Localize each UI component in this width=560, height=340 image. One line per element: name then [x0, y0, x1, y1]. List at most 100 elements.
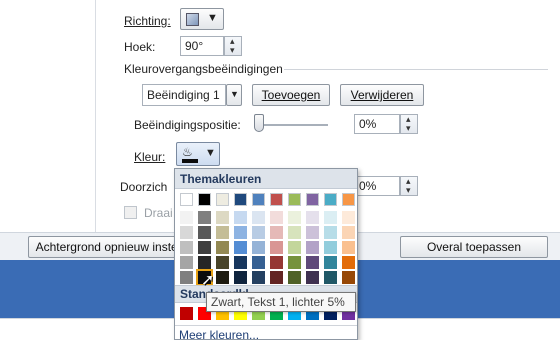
theme-shade-swatch[interactable] [180, 241, 193, 254]
transparency-input[interactable]: 0% [354, 176, 400, 196]
theme-color-swatch[interactable] [324, 193, 337, 206]
theme-shade-swatch[interactable] [324, 271, 337, 284]
add-stop-button[interactable]: Toevoegen [252, 84, 330, 106]
add-stop-label: Toevoegen [261, 88, 321, 102]
gradient-direction-icon [186, 13, 199, 26]
theme-shade-swatch[interactable] [306, 241, 319, 254]
stop-position-track [258, 124, 328, 126]
theme-shade-swatch[interactable] [306, 256, 319, 269]
theme-shade-swatch[interactable] [270, 241, 283, 254]
theme-shade-swatch[interactable] [270, 256, 283, 269]
section-divider [284, 69, 548, 70]
theme-color-swatch[interactable] [252, 193, 265, 206]
theme-shade-swatch[interactable] [234, 241, 247, 254]
remove-stop-button[interactable]: Verwijderen [340, 84, 424, 106]
color-tooltip: Zwart, Tekst 1, lichter 5% [206, 292, 356, 312]
stop-position-input[interactable]: 0% [354, 114, 400, 134]
theme-shade-swatch[interactable] [198, 226, 211, 239]
theme-color-swatch[interactable] [216, 193, 229, 206]
theme-shade-swatch[interactable] [288, 226, 301, 239]
more-colors-item[interactable]: Meer kleuren... [179, 328, 259, 340]
theme-color-swatch[interactable] [198, 193, 211, 206]
theme-color-swatch[interactable] [234, 193, 247, 206]
theme-shade-swatch[interactable] [324, 226, 337, 239]
theme-shade-swatch[interactable] [180, 271, 193, 284]
theme-shade-swatch[interactable] [270, 211, 283, 224]
mouse-pointer-icon: ➚ [201, 272, 215, 289]
theme-shade-swatch[interactable] [198, 241, 211, 254]
theme-shade-swatch[interactable] [252, 211, 265, 224]
reset-background-button[interactable]: Achtergrond opnieuw instel [28, 236, 188, 258]
theme-shade-swatch[interactable] [216, 226, 229, 239]
theme-color-swatch[interactable] [288, 193, 301, 206]
theme-shade-swatch[interactable] [216, 241, 229, 254]
direction-label: Richting: [124, 14, 171, 28]
theme-shade-swatch[interactable] [198, 211, 211, 224]
theme-shade-swatch[interactable] [324, 211, 337, 224]
theme-shade-swatch[interactable] [180, 226, 193, 239]
angle-spinner[interactable] [224, 36, 242, 56]
theme-shade-swatch[interactable] [342, 241, 355, 254]
theme-shade-swatch[interactable] [270, 226, 283, 239]
theme-shade-swatch[interactable] [252, 241, 265, 254]
transparency-spinner[interactable] [400, 176, 418, 196]
left-pane [0, 0, 96, 232]
theme-color-swatch[interactable] [180, 193, 193, 206]
gradient-stop-select[interactable]: Beëindiging 1 [142, 84, 226, 106]
color-picker-popup: Themakleuren Standaardkl Meer kleuren... [174, 168, 358, 340]
paint-bucket-icon: ♨ [182, 145, 193, 159]
angle-label: Hoek: [124, 40, 156, 54]
theme-shade-swatch[interactable] [180, 211, 193, 224]
apply-to-all-label: Overal toepassen [426, 240, 522, 254]
theme-shade-swatch[interactable] [288, 256, 301, 269]
theme-shade-swatch[interactable] [180, 256, 193, 269]
theme-shade-swatch[interactable] [234, 211, 247, 224]
stop-position-slider[interactable] [254, 114, 264, 132]
theme-shade-swatch[interactable] [234, 271, 247, 284]
theme-color-swatch[interactable] [342, 193, 355, 206]
theme-shade-swatch[interactable] [288, 211, 301, 224]
direction-dropdown[interactable]: ▼ [180, 8, 224, 30]
theme-color-swatch[interactable] [306, 193, 319, 206]
theme-shade-swatch[interactable] [252, 271, 265, 284]
theme-shade-swatch[interactable] [342, 271, 355, 284]
theme-colors-header: Themakleuren [175, 169, 357, 189]
standard-color-swatch[interactable] [180, 307, 193, 320]
theme-shade-swatch[interactable] [288, 241, 301, 254]
theme-shade-swatch[interactable] [216, 256, 229, 269]
theme-shade-swatch[interactable] [324, 256, 337, 269]
rotate-with-shape-label: Draai [144, 206, 173, 220]
gradient-stops-title: Kleurovergangsbeëindigingen [124, 62, 283, 76]
chevron-down-icon: ▼ [230, 89, 239, 99]
theme-shade-swatch[interactable] [270, 271, 283, 284]
chevron-down-icon: ▼ [205, 147, 216, 159]
theme-shade-swatch[interactable] [288, 271, 301, 284]
theme-shade-swatch[interactable] [342, 211, 355, 224]
current-color-swatch [182, 159, 198, 163]
theme-shade-swatch[interactable] [306, 226, 319, 239]
theme-shade-swatch[interactable] [306, 211, 319, 224]
theme-shade-swatch[interactable] [234, 256, 247, 269]
rotate-with-shape-checkbox[interactable] [124, 206, 137, 219]
chevron-down-icon: ▼ [207, 12, 218, 24]
color-label: Kleur: [134, 150, 166, 164]
theme-shade-swatch[interactable] [234, 226, 247, 239]
stop-position-spinner[interactable] [400, 114, 418, 134]
apply-to-all-button[interactable]: Overal toepassen [400, 236, 548, 258]
theme-shade-swatch[interactable] [342, 226, 355, 239]
remove-stop-label: Verwijderen [350, 88, 414, 102]
theme-shade-swatch[interactable] [216, 211, 229, 224]
theme-shade-swatch[interactable] [252, 256, 265, 269]
theme-shade-swatch[interactable] [342, 256, 355, 269]
theme-shade-swatch[interactable] [216, 271, 229, 284]
gradient-stop-dropdown-button[interactable]: ▼ [226, 84, 242, 106]
fill-color-button[interactable]: ♨ ▼ [176, 142, 220, 166]
theme-shade-swatch[interactable] [324, 241, 337, 254]
theme-shade-swatch[interactable] [252, 226, 265, 239]
menu-divider [175, 325, 357, 326]
stop-position-label: Beëindigingspositie: [134, 118, 241, 132]
angle-input[interactable]: 90° [180, 36, 224, 56]
theme-color-swatch[interactable] [270, 193, 283, 206]
theme-shade-swatch[interactable] [306, 271, 319, 284]
theme-shade-swatch[interactable] [198, 256, 211, 269]
